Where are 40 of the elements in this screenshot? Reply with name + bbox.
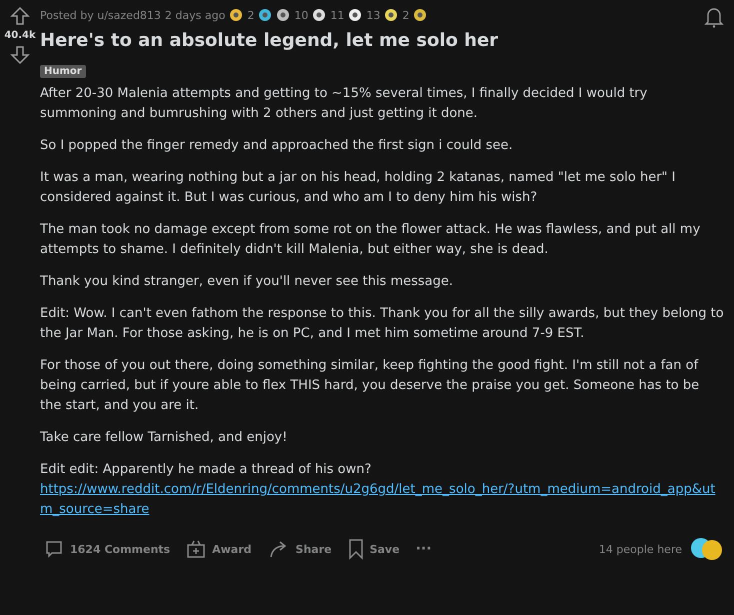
award-button[interactable]: Award	[182, 533, 256, 565]
body-paragraph: For those of you out there, doing something similar, keep fighting the good fight. I'm still not a fan of being carried, but if youre able to flex THIS hard, you deserve the praise you get. Someone has to be the start, and you are it.	[40, 357, 700, 415]
award-icon[interactable]	[348, 8, 362, 22]
avatar-icon	[690, 537, 724, 561]
gift-icon	[186, 539, 206, 559]
award-icon[interactable]	[413, 8, 428, 22]
award-count: 2	[247, 8, 254, 22]
body-paragraph: Edit edit: Apparently he made a thread of his own? https://www.reddit.com/r/Eldenring/comments/u2g6gd/let_me_solo_her/?utm_medium=android_app&utm_source=share	[40, 460, 724, 520]
award-icon[interactable]	[312, 8, 326, 22]
flair-tag[interactable]: Humor	[40, 65, 86, 78]
body-paragraph: Thank you kind stranger, even if you'll never see this message.	[40, 273, 454, 291]
body-paragraph: Edit: Wow. I can't even fathom the response to this. Thank you for all the silly awards, but they belong to the Jar Man. For those asking, he is on PC, and I met him sometime around 7-9 EST.	[40, 305, 724, 343]
award-icon[interactable]	[384, 8, 398, 22]
award-icon[interactable]	[229, 8, 244, 22]
presence-count: 14 people here	[598, 542, 682, 556]
body-paragraph: It was a man, wearing nothing but a jar on his head, holding 2 katanas, named "let me solo her" I considered against it. But I was curious, and who am I to deny him his wish?	[40, 169, 677, 207]
post-time: 2 days ago	[164, 8, 226, 22]
bookmark-icon	[348, 538, 364, 560]
award-icon[interactable]	[276, 8, 290, 22]
post-link[interactable]: https://www.reddit.com/r/Eldenring/comments/u2g6gd/let_me_solo_her/?utm_medium=android_app&utm_source=share	[40, 480, 724, 520]
body-paragraph: The man took no damage except from some rot on the flower attack. He was flawless, and put all my attempts to shame. I definitely didn't kill Malenia, but either way, she is dead.	[40, 221, 702, 259]
award-icon[interactable]	[258, 8, 272, 22]
bell-icon[interactable]	[704, 6, 724, 28]
vote-score: 40.4k	[4, 30, 36, 41]
downvote-icon[interactable]	[10, 45, 30, 65]
body-paragraph: So I popped the finger remedy and approached the first sign i could see.	[40, 137, 514, 155]
speech-bubble-icon	[44, 539, 64, 559]
upvote-icon[interactable]	[10, 6, 30, 26]
award-count: 13	[366, 8, 380, 22]
post-title: Here's to an absolute legend, let me solo her	[40, 30, 500, 51]
body-paragraph: After 20-30 Malenia attempts and getting to ~15% several times, I finally decided I would try summoning and bumrushing with 2 others and just getting it done.	[40, 85, 648, 123]
award-count: 2	[402, 8, 410, 22]
comments-button[interactable]: 1624 Comments	[40, 533, 174, 565]
award-count: 10	[294, 8, 308, 22]
more-button[interactable]: ···	[412, 535, 436, 563]
share-button[interactable]: Share	[264, 533, 336, 565]
posted-by: Posted by u/sazed813	[40, 8, 161, 22]
save-button[interactable]: Save	[344, 532, 404, 566]
award-count: 11	[330, 8, 344, 22]
body-paragraph: Take care fellow Tarnished, and enjoy!	[40, 429, 288, 447]
